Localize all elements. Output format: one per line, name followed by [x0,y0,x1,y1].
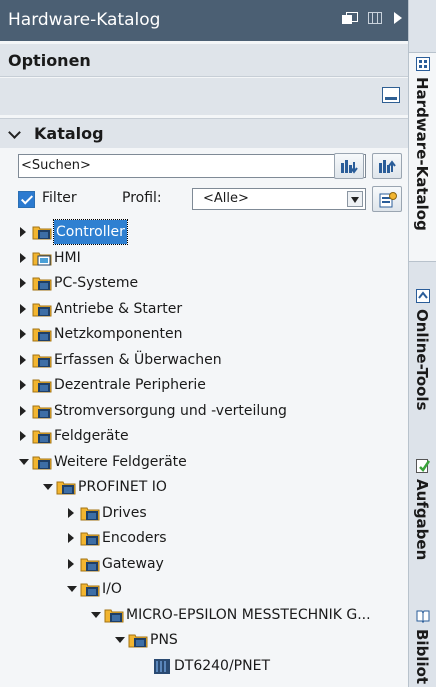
folder-icon [32,352,52,368]
catalog-tab-icon [416,57,430,71]
tree-item-label: PC-Systeme [54,275,139,291]
expand-closed-icon[interactable] [20,252,26,263]
expand-closed-icon[interactable] [20,354,26,365]
search-input[interactable]: <Suchen> [18,154,366,178]
tree-item-label: MICRO-EPSILON MESSTECHNIK G... [126,606,371,623]
expand-open-icon[interactable] [19,458,29,465]
tree-item-label: Dezentrale Peripherie [54,377,206,393]
search-down-icon [341,160,358,174]
folder-icon [32,403,52,419]
tree-item-label: Gateway [102,555,164,572]
folder-icon [32,428,52,444]
tab-online-tools[interactable]: Online-Tools [409,285,436,425]
tree-item-label: Netzkomponenten [54,326,183,342]
expand-closed-icon[interactable] [20,278,26,288]
device-module-icon [152,658,172,674]
folder-icon [80,581,100,597]
tab-aufgaben[interactable]: Aufgaben [409,455,436,595]
profile-value: <Alle> [203,191,249,206]
folder-icon [80,530,100,546]
options-bar [0,78,408,115]
tab-label: Online-Tools [413,309,431,411]
expand-open-icon[interactable] [115,637,125,643]
tree-item-label: Stromversorgung und -verteilung [54,402,287,419]
folder-icon [32,275,52,291]
folder-icon [32,377,52,393]
float-window-icon[interactable] [342,12,358,24]
filter-checkbox[interactable] [18,191,35,208]
chevron-down-icon[interactable] [8,126,21,139]
folder-icon [104,607,124,623]
tree-item-label: Controller [53,219,128,245]
tree-item-label: Drives [102,504,147,521]
expand-closed-icon[interactable] [68,558,74,569]
folder-icon [32,224,52,240]
folder-icon [32,250,52,266]
tree-item-label: Antriebe & Starter [54,300,183,317]
panel-title: Hardware-Katalog [8,10,161,30]
folder-icon [80,505,100,521]
expand-closed-icon[interactable] [20,431,26,441]
profile-select[interactable]: <Alle> [192,188,366,210]
tab-label: Hardware-Katalog [413,77,431,231]
expand-open-icon[interactable] [91,611,101,618]
profile-settings-button[interactable] [372,186,402,212]
tree-item-label: HMI [54,249,81,266]
catalog-heading: Katalog [34,124,104,143]
expand-closed-icon[interactable] [68,533,74,543]
search-up-button[interactable] [372,153,402,179]
panel-titlebar: Hardware-Katalog [0,0,408,41]
chevron-down-icon[interactable] [347,191,363,207]
filter-label: Filter [42,190,77,206]
tab-bibliotheken[interactable]: Bibliot [409,605,436,687]
folder-icon [56,479,76,495]
expand-closed-icon[interactable] [20,405,26,416]
library-tab-icon [416,610,430,623]
expand-closed-icon[interactable] [68,507,74,518]
collapse-panel-icon[interactable] [394,12,402,24]
tree-item-label: Encoders [102,530,167,546]
split-view-icon[interactable] [368,12,382,24]
tree-item-label: Feldgeräte [54,428,129,444]
tab-label: Bibliot [413,629,431,685]
side-tab-bar: Hardware-Katalog Online-Tools Aufgaben B… [408,0,436,687]
catalog-settings-icon [379,192,397,208]
folder-icon [80,556,100,572]
expand-open-icon[interactable] [67,586,77,592]
tree-item-label: Erfassen & Überwachen [54,351,222,368]
expand-closed-icon[interactable] [20,380,26,390]
search-up-icon [379,160,396,173]
filter-row: Filter Profil: <Alle> [0,186,408,214]
online-tools-tab-icon [416,289,430,303]
tree-item-label: Weitere Feldgeräte [54,453,187,470]
expand-closed-icon[interactable] [20,303,26,314]
folder-icon [128,632,148,648]
tab-hardware-katalog[interactable]: Hardware-Katalog [409,52,436,262]
options-heading[interactable]: Optionen [0,44,408,77]
options-view-icon[interactable] [382,87,400,103]
tree-item-label: I/O [102,581,122,597]
tab-label: Aufgaben [413,479,431,561]
expand-closed-icon[interactable] [20,227,26,237]
folder-icon [32,326,52,342]
catalog-section-header[interactable]: Katalog [0,118,408,148]
profile-label: Profil: [122,190,162,206]
hardware-catalog-panel: Hardware-Katalog Optionen Katalog <Suche… [0,0,408,687]
tree-item-label: PNS [150,632,178,648]
expand-closed-icon[interactable] [20,329,26,339]
tree-item-label: DT6240/PNET [174,657,270,674]
expand-open-icon[interactable] [43,484,53,490]
tasks-tab-icon [416,459,430,473]
folder-icon [32,301,52,317]
search-down-button[interactable] [334,153,364,179]
tree-item-label: PROFINET IO [78,479,167,495]
folder-icon [32,454,52,470]
